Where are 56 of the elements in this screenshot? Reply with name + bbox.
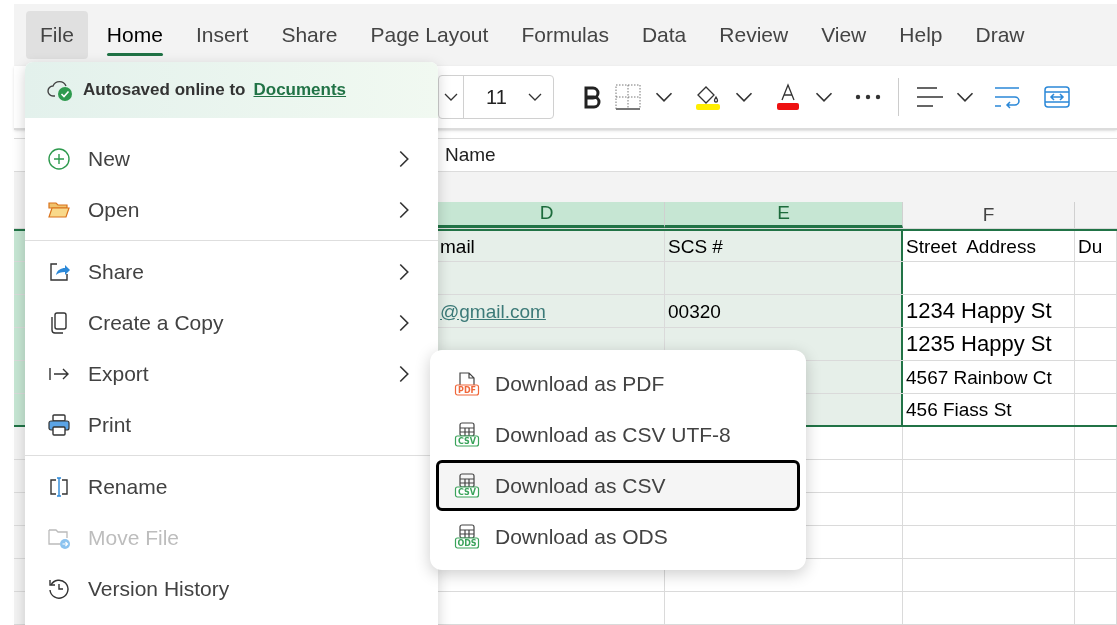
row-header[interactable]: [14, 526, 25, 558]
more-options-icon[interactable]: [853, 93, 882, 101]
autosave-text: Autosaved online to: [83, 79, 246, 102]
ribbon-tab[interactable]: Page Layout: [356, 11, 503, 59]
cell-text: 00320: [668, 301, 721, 321]
row-header[interactable]: [14, 295, 25, 327]
row-header[interactable]: [14, 460, 25, 492]
cell-text: Street Address: [906, 236, 1036, 256]
ribbon-tab[interactable]: Draw: [961, 11, 1039, 59]
submenu-item[interactable]: CSV Download as CSV UTF-8: [436, 409, 800, 460]
row-header[interactable]: [14, 493, 25, 525]
ribbon-tab[interactable]: Insert: [181, 11, 263, 59]
submenu-item[interactable]: ODS Download as ODS: [436, 511, 800, 562]
cell-text: 1235 Happy St: [906, 333, 1052, 355]
ribbon-tab[interactable]: File: [26, 11, 88, 59]
cell-text: Du: [1078, 236, 1103, 256]
column-header[interactable]: E: [665, 202, 903, 228]
ribbon-tab[interactable]: Data: [627, 11, 701, 59]
merge-center-icon[interactable]: [1042, 83, 1071, 111]
ribbon-tab[interactable]: Formulas: [507, 11, 623, 59]
plus-circle-icon: [47, 146, 71, 171]
printer-icon: [47, 412, 71, 437]
row-header[interactable]: [14, 394, 25, 425]
column-header[interactable]: F: [903, 202, 1075, 228]
cell-text: 4567 Rainbow Ct: [906, 367, 1052, 387]
submenu-item[interactable]: PDF Download as PDF: [436, 358, 800, 409]
font-size-value: 11: [485, 85, 508, 110]
row-header[interactable]: [14, 328, 25, 360]
documents-link[interactable]: Documents: [253, 77, 347, 103]
ribbon-tab[interactable]: Share: [267, 11, 352, 59]
formula-text: Name: [445, 142, 496, 167]
row-header[interactable]: [14, 592, 25, 624]
row-header[interactable]: [14, 427, 25, 459]
rename-icon: [47, 474, 71, 499]
ribbon-tab[interactable]: View: [807, 11, 881, 59]
submenu-item[interactable]: CSV Download as CSV: [436, 460, 800, 511]
row-header[interactable]: [14, 262, 25, 294]
menu-item[interactable]: Export: [25, 348, 438, 399]
history-icon: [47, 576, 71, 601]
ribbon-tab[interactable]: Review: [705, 11, 803, 59]
row-header[interactable]: [14, 361, 25, 393]
menu-item[interactable]: Print: [25, 399, 438, 450]
menu-item[interactable]: Share: [25, 246, 438, 297]
cell-text: 456 Fiass St: [906, 400, 1012, 419]
borders-icon[interactable]: [613, 83, 642, 111]
row-header[interactable]: [14, 231, 25, 261]
cell-text: SCS #: [668, 236, 723, 256]
cell-text: 1234 Happy St: [906, 300, 1052, 322]
row-header[interactable]: [14, 559, 25, 591]
menu-item[interactable]: Rename: [25, 461, 438, 512]
email-link[interactable]: @gmail.com: [440, 301, 546, 321]
ribbon-tab[interactable]: Help: [885, 11, 957, 59]
menu-item[interactable]: Create a Copy: [25, 297, 438, 348]
ribbon-tab[interactable]: Home: [92, 11, 177, 59]
cell-text: mail: [440, 236, 475, 256]
menu-item[interactable]: Version History: [25, 563, 438, 614]
